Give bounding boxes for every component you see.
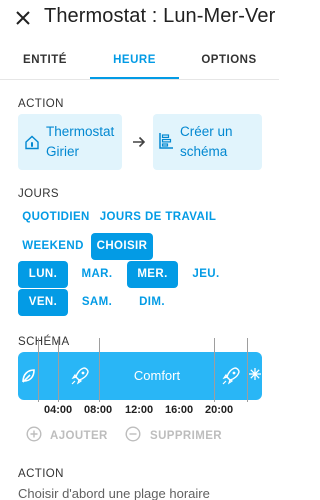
snowflake-icon	[249, 368, 261, 380]
dialog-header: Thermostat : Lun-Mer-Ver	[0, 0, 279, 40]
day-chip-sunday[interactable]: DIM.	[127, 289, 177, 316]
timeline-divider	[58, 338, 59, 402]
day-chip-monday[interactable]: LUN.	[18, 261, 68, 288]
day-chip-tuesday[interactable]: MAR.	[72, 261, 122, 288]
schema-card-line1: Créer un	[180, 124, 233, 139]
days-section-label: JOURS	[18, 188, 59, 200]
bottom-hint-text: Choisir d'abord une plage horaire	[18, 486, 210, 500]
timeline-divider	[214, 338, 215, 402]
preset-workdays-chip[interactable]: JOURS DE TRAVAIL	[98, 204, 218, 231]
schema-segment-frost[interactable]	[248, 352, 262, 400]
schema-timeline: Comfort	[18, 352, 262, 400]
day-chip-saturday[interactable]: SAM.	[72, 289, 122, 316]
schema-segment-gap[interactable]	[39, 352, 58, 400]
day-chip-friday[interactable]: VEN.	[18, 289, 68, 316]
schema-segment-eco[interactable]	[18, 352, 38, 400]
tab-entity[interactable]: ENTITÉ	[0, 44, 90, 80]
timeline-divider	[99, 338, 100, 402]
entity-card[interactable]: Thermostat Girier	[18, 114, 122, 170]
time-tick-label: 16:00	[165, 404, 194, 416]
bottom-action-label: ACTION	[18, 468, 64, 480]
add-button[interactable]: AJOUTER	[50, 426, 108, 446]
rocket-icon	[71, 367, 89, 385]
schema-section-label: SCHÉMA	[18, 336, 70, 348]
preset-daily-chip[interactable]: QUOTIDIEN	[18, 204, 94, 231]
schema-segment-comfort[interactable]: Comfort	[100, 352, 214, 400]
action-section-label: ACTION	[18, 98, 64, 110]
time-tick-label: 08:00	[84, 404, 113, 416]
schema-segment-boost-2[interactable]	[215, 352, 247, 400]
time-tick-label: 20:00	[205, 404, 234, 416]
chart-timeline-icon	[159, 133, 173, 149]
day-chip-thursday[interactable]: JEU.	[181, 261, 231, 288]
time-tick-label: 04:00	[44, 404, 73, 416]
schema-segment-boost-1[interactable]	[59, 352, 99, 400]
active-tab-indicator	[90, 77, 179, 79]
tab-options[interactable]: OPTIONS	[179, 44, 279, 80]
close-icon[interactable]	[12, 7, 34, 29]
preset-custom-chip[interactable]: CHOISIR	[91, 233, 153, 260]
entity-card-line2: Girier	[46, 144, 79, 159]
rocket-icon	[222, 367, 240, 385]
add-circle-icon	[26, 426, 42, 442]
day-chip-wednesday[interactable]: MER.	[127, 261, 178, 288]
tab-time[interactable]: HEURE	[90, 44, 179, 80]
leaf-icon	[22, 369, 35, 383]
tab-bar: ENTITÉ HEURE OPTIONS	[0, 44, 279, 80]
schema-card-line2: schéma	[180, 144, 228, 159]
preset-weekend-chip[interactable]: WEEKEND	[18, 233, 88, 260]
timeline-divider	[247, 338, 248, 402]
entity-card-line1: Thermostat	[46, 124, 115, 139]
schema-segment-comfort-label: Comfort	[133, 368, 181, 383]
arrow-right-icon	[133, 136, 146, 148]
remove-button[interactable]: SUPPRIMER	[150, 426, 222, 446]
page-title: Thermostat : Lun-Mer-Ver	[44, 5, 276, 27]
remove-circle-icon	[125, 426, 141, 442]
schema-card[interactable]: Créer un schéma	[153, 114, 262, 170]
time-tick-label: 12:00	[125, 404, 154, 416]
timeline-divider	[38, 338, 39, 402]
thermostat-home-icon	[25, 135, 39, 150]
